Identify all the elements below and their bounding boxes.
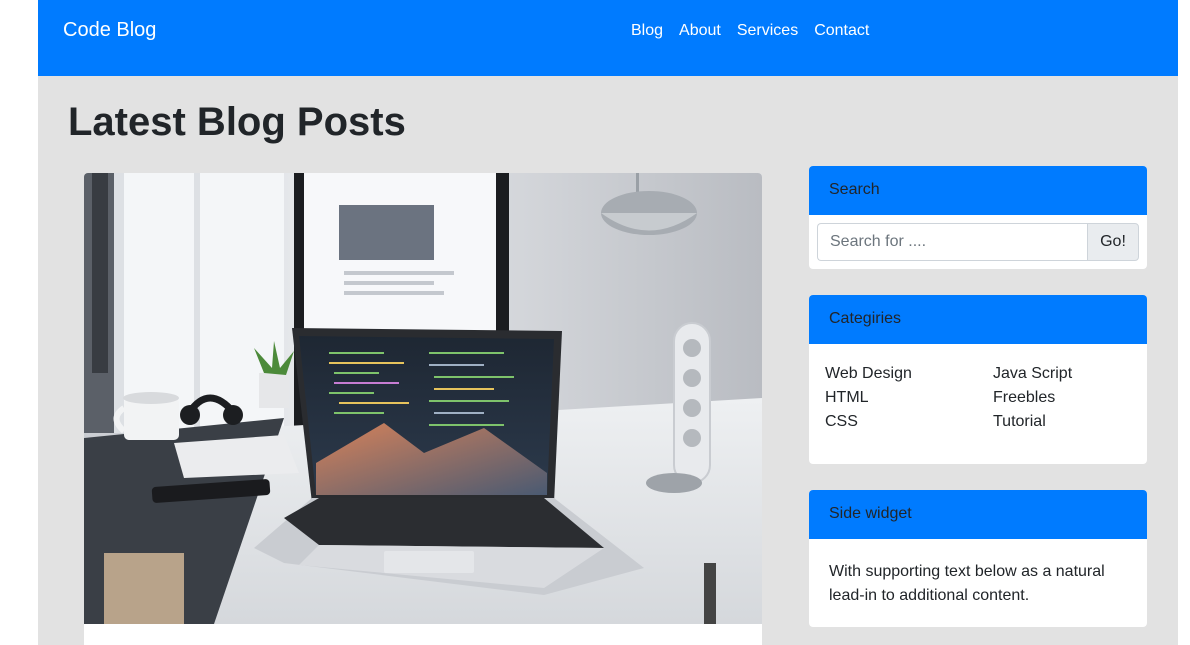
top-navbar: Code Blog Blog About Services Contact bbox=[38, 0, 1178, 76]
search-widget: Search Go! bbox=[809, 166, 1147, 269]
nav-link-blog[interactable]: Blog bbox=[631, 22, 663, 40]
side-widget-title: Side widget bbox=[809, 490, 1147, 539]
nav-links: Blog About Services Contact bbox=[631, 22, 869, 40]
category-link[interactable]: Web Design bbox=[825, 362, 912, 386]
blog-post-card bbox=[84, 173, 762, 645]
nav-link-about[interactable]: About bbox=[679, 22, 721, 40]
category-link[interactable]: Java Script bbox=[993, 362, 1072, 386]
search-widget-title: Search bbox=[809, 166, 1147, 215]
side-widget-text: With supporting text below as a natural … bbox=[829, 563, 1105, 604]
page-container: Code Blog Blog About Services Contact La… bbox=[38, 0, 1178, 645]
side-widget: Side widget With supporting text below a… bbox=[809, 490, 1147, 627]
nav-link-services[interactable]: Services bbox=[737, 22, 798, 40]
categories-list-left: Web Design HTML CSS bbox=[825, 362, 912, 434]
category-link[interactable]: HTML bbox=[825, 386, 912, 410]
category-link[interactable]: CSS bbox=[825, 410, 912, 434]
categories-list-right: Java Script Freebles Tutorial bbox=[993, 362, 1072, 434]
search-go-button[interactable]: Go! bbox=[1087, 223, 1139, 261]
category-link[interactable]: Freebles bbox=[993, 386, 1072, 410]
category-link[interactable]: Tutorial bbox=[993, 410, 1072, 434]
page-title: Latest Blog Posts bbox=[68, 100, 406, 144]
brand-link[interactable]: Code Blog bbox=[63, 19, 156, 42]
post-image[interactable] bbox=[84, 173, 762, 624]
search-input[interactable] bbox=[817, 223, 1087, 261]
categories-widget: Categiries Web Design HTML CSS Java Scri… bbox=[809, 295, 1147, 464]
categories-widget-title: Categiries bbox=[809, 295, 1147, 344]
nav-link-contact[interactable]: Contact bbox=[814, 22, 869, 40]
search-input-group: Go! bbox=[817, 223, 1139, 261]
